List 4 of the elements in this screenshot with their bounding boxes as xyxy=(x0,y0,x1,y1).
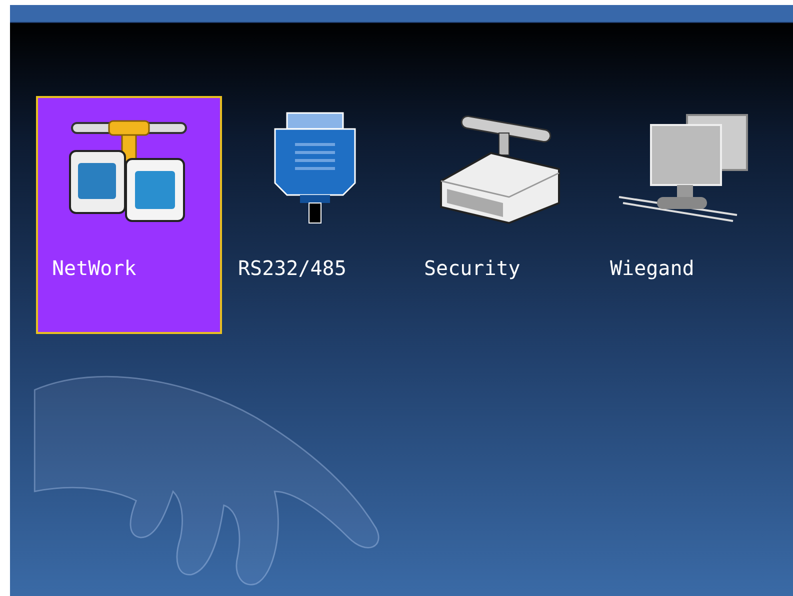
menu-tile[interactable]: Wiegand xyxy=(594,96,780,334)
menu-tile[interactable]: RS232/485 xyxy=(222,96,408,334)
menu-tile[interactable]: NetWork xyxy=(36,96,222,334)
menu-tile[interactable]: Security xyxy=(408,96,594,334)
